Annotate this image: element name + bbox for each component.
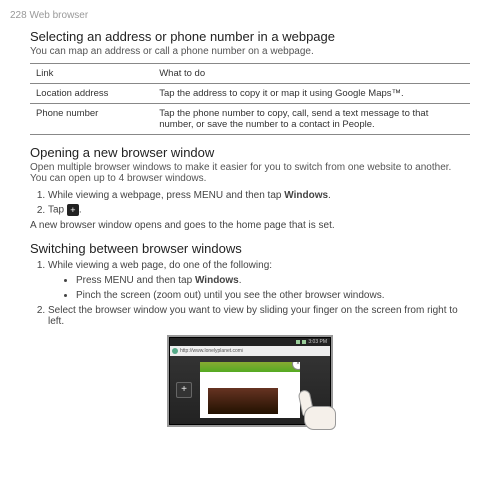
- step-item: Select the browser window you want to vi…: [48, 305, 470, 327]
- section1-intro: You can map an address or call a phone n…: [30, 46, 470, 57]
- step-text: Tap: [48, 205, 67, 216]
- page-header: 228 Web browser: [10, 10, 470, 21]
- plus-icon: +: [67, 204, 79, 216]
- step-text: While viewing a webpage, press MENU and …: [48, 190, 284, 201]
- step-text: While viewing a web page, do one of the …: [48, 260, 272, 271]
- section3-title: Switching between browser windows: [30, 241, 470, 256]
- step-item: While viewing a web page, do one of the …: [48, 260, 470, 301]
- table-row: Location address Tap the address to copy…: [30, 84, 470, 104]
- bullet-item: Press MENU and then tap Windows.: [76, 275, 470, 286]
- plus-button-icon: +: [176, 382, 192, 398]
- status-bar: 3:03 PM: [170, 338, 330, 346]
- bullet-item: Pinch the screen (zoom out) until you se…: [76, 290, 470, 301]
- url-bar: http://www.lonelyplanet.com/: [170, 346, 330, 356]
- cell-desc: Tap the phone number to copy, call, send…: [153, 104, 470, 135]
- section1-title: Selecting an address or phone number in …: [30, 29, 470, 44]
- status-time: 3:03 PM: [308, 339, 327, 345]
- section3-bullets: Press MENU and then tap Windows. Pinch t…: [48, 275, 470, 301]
- cell-desc: Tap the address to copy it or map it usi…: [153, 84, 470, 104]
- step-item: While viewing a webpage, press MENU and …: [48, 190, 470, 201]
- phone-frame: 3:03 PM http://www.lonelyplanet.com/ + ×: [167, 335, 333, 427]
- windows-bold: Windows: [284, 190, 328, 201]
- cell-link: Location address: [30, 84, 153, 104]
- section3-steps: While viewing a web page, do one of the …: [30, 260, 470, 327]
- windows-bold: Windows: [195, 275, 239, 286]
- bullet-text-after: .: [239, 275, 242, 286]
- browser-card: ×: [200, 362, 300, 418]
- card-stripe: [200, 362, 300, 372]
- section2-steps: While viewing a webpage, press MENU and …: [30, 190, 470, 216]
- section2-title: Opening a new browser window: [30, 145, 470, 160]
- signal-icon: [296, 340, 300, 344]
- signal-icon: [302, 340, 306, 344]
- hand-gesture-icon: [290, 386, 340, 430]
- card-thumb: [208, 388, 278, 414]
- step-text-after: .: [79, 205, 82, 216]
- table-row: Phone number Tap the phone number to cop…: [30, 104, 470, 135]
- table-header-desc: What to do: [153, 64, 470, 84]
- table-header-link: Link: [30, 64, 153, 84]
- bullet-text: Press MENU and then tap: [76, 275, 195, 286]
- url-text: http://www.lonelyplanet.com/: [180, 348, 243, 354]
- palm-icon: [304, 406, 336, 430]
- illustration: 3:03 PM http://www.lonelyplanet.com/ + ×: [30, 335, 470, 427]
- cell-link: Phone number: [30, 104, 153, 135]
- section2-followup: A new browser window opens and goes to t…: [30, 220, 470, 231]
- step-text-after: .: [328, 190, 331, 201]
- globe-icon: [172, 348, 178, 354]
- step-item: Tap +.: [48, 204, 470, 216]
- content-area: + ×: [170, 356, 330, 424]
- link-table: Link What to do Location address Tap the…: [30, 63, 470, 135]
- section2-intro: Open multiple browser windows to make it…: [30, 162, 470, 184]
